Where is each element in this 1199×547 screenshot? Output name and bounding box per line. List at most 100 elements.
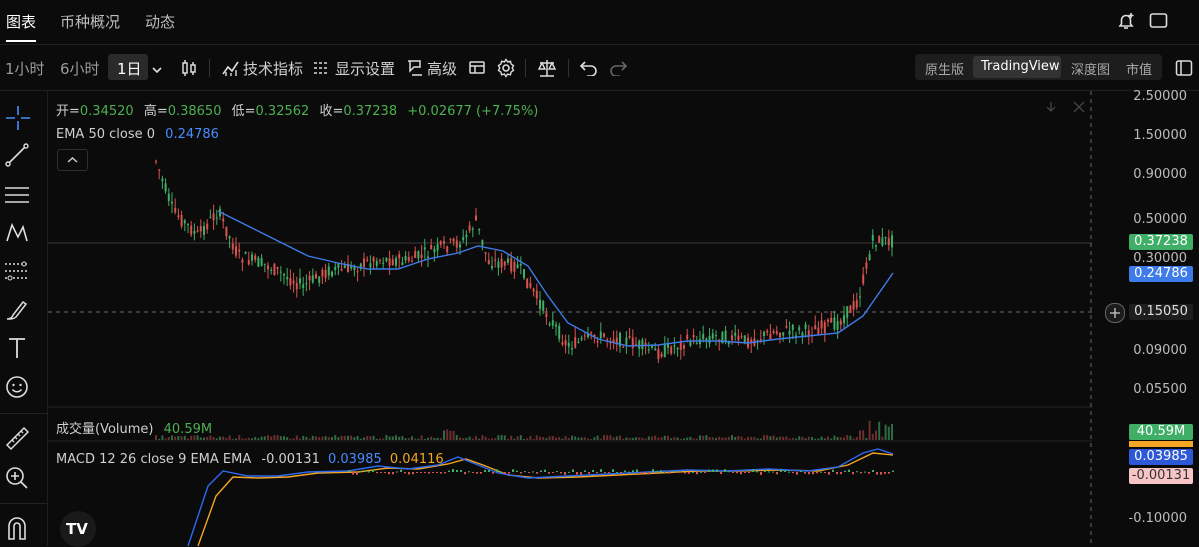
redo-icon[interactable] bbox=[609, 60, 628, 80]
view-native[interactable]: 原生版 bbox=[925, 59, 964, 78]
tab-coin-overview[interactable]: 币种概况 bbox=[60, 11, 120, 32]
pane-settings-icon[interactable] bbox=[1073, 101, 1085, 117]
scale-icon[interactable] bbox=[537, 58, 557, 82]
candle-body bbox=[887, 237, 890, 246]
magnet-icon[interactable] bbox=[5, 515, 29, 545]
fullscreen-icon[interactable] bbox=[1149, 12, 1169, 34]
tab-chart[interactable]: 图表 bbox=[6, 11, 37, 42]
volume-bar bbox=[590, 438, 593, 440]
volume-bar bbox=[446, 429, 449, 440]
volume-bar bbox=[276, 435, 279, 440]
macd-histogram-bar bbox=[504, 472, 506, 474]
move-down-icon[interactable] bbox=[1045, 101, 1057, 117]
candle-body bbox=[481, 239, 484, 246]
volume-bar bbox=[238, 435, 241, 440]
candle-body bbox=[878, 236, 881, 243]
chevron-down-icon[interactable] bbox=[152, 62, 162, 78]
volume-bar bbox=[305, 437, 308, 440]
text-tool-icon[interactable] bbox=[7, 337, 27, 363]
ruler-icon[interactable] bbox=[4, 425, 30, 455]
volume-bar bbox=[766, 435, 769, 440]
interval-1h[interactable]: 1小时 bbox=[5, 58, 45, 79]
candle-body bbox=[436, 244, 439, 251]
candle-body bbox=[385, 257, 388, 262]
macd-histogram-bar bbox=[624, 470, 626, 472]
template-icon[interactable] bbox=[468, 59, 486, 81]
pattern-icon[interactable] bbox=[4, 221, 30, 249]
current-price-badge: 0.37238 bbox=[1129, 234, 1193, 250]
fib-icon[interactable] bbox=[4, 259, 30, 287]
candle-body bbox=[295, 283, 298, 290]
collapse-legend-button[interactable] bbox=[57, 149, 88, 171]
chart-area[interactable]: 开=0.34520 高=0.38650 低=0.32562 收=0.37238 … bbox=[48, 91, 1092, 547]
interval-1d[interactable]: 1日 bbox=[117, 58, 142, 79]
candle-body bbox=[228, 236, 231, 239]
undo-icon[interactable] bbox=[579, 60, 598, 80]
display-settings-icon[interactable] bbox=[313, 60, 329, 80]
macd-histogram-bar bbox=[508, 472, 510, 474]
volume-bar bbox=[830, 438, 833, 440]
macd-histogram-bar bbox=[628, 471, 630, 473]
macd-histogram-bar bbox=[616, 471, 618, 473]
view-tradingview[interactable]: TradingView bbox=[981, 59, 1060, 74]
interval-6h[interactable]: 6小时 bbox=[60, 58, 100, 79]
volume-bar bbox=[561, 438, 564, 440]
price-chart-canvas[interactable] bbox=[48, 91, 1092, 546]
volume-bar bbox=[507, 438, 509, 440]
volume-bar bbox=[535, 435, 538, 440]
macd-histogram-bar bbox=[852, 472, 854, 475]
display-settings-button[interactable]: 显示设置 bbox=[335, 58, 395, 79]
volume-legend: 成交量(Volume) 40.59M bbox=[56, 418, 212, 437]
price-tick: 0.50000 bbox=[1133, 212, 1187, 227]
advanced-button[interactable]: 高级 bbox=[427, 58, 457, 79]
candle-body bbox=[635, 343, 637, 345]
add-alert-icon[interactable] bbox=[1116, 11, 1136, 35]
advanced-icon[interactable] bbox=[406, 59, 424, 81]
volume-bar bbox=[564, 436, 567, 440]
ohlc-legend: 开=0.34520 高=0.38650 低=0.32562 收=0.37238 … bbox=[56, 100, 538, 119]
candle-body bbox=[551, 320, 554, 326]
macd-histogram-bar bbox=[492, 472, 494, 474]
candle-body bbox=[724, 330, 727, 342]
horizontal-lines-icon[interactable] bbox=[4, 183, 30, 211]
candle-body bbox=[203, 226, 205, 235]
crosshair-icon[interactable] bbox=[5, 105, 31, 135]
zoom-in-icon[interactable] bbox=[4, 465, 30, 495]
layout-icon[interactable] bbox=[1175, 59, 1193, 81]
candle-type-icon[interactable] bbox=[180, 59, 198, 81]
volume-bar bbox=[884, 424, 887, 440]
volume-bar bbox=[699, 435, 701, 440]
macd-histogram-bar bbox=[740, 472, 742, 475]
view-depth[interactable]: 深度图 bbox=[1071, 59, 1110, 78]
macd-histogram-bar bbox=[428, 472, 430, 474]
indicators-icon[interactable] bbox=[222, 59, 240, 81]
volume-bar bbox=[417, 438, 420, 440]
candle-body bbox=[567, 342, 570, 347]
candle-body bbox=[468, 225, 471, 231]
macd-histogram-bar bbox=[484, 469, 486, 472]
candle-body bbox=[846, 306, 849, 318]
price-axis[interactable]: 2.50000 1.50000 0.90000 0.50000 0.30000 … bbox=[1093, 89, 1199, 546]
macd-histogram-bar bbox=[872, 469, 874, 472]
add-alert-plus-icon[interactable] bbox=[1105, 303, 1125, 323]
emoji-icon[interactable] bbox=[5, 375, 29, 403]
macd-badge: 0.03985 bbox=[1129, 449, 1193, 465]
macd-histogram-bar bbox=[472, 472, 474, 473]
macd-histogram-bar bbox=[592, 469, 594, 472]
volume-bar bbox=[721, 437, 724, 440]
brush-icon[interactable] bbox=[4, 298, 30, 326]
crosshair-price-label: 0.15050 bbox=[1129, 304, 1193, 320]
view-market-cap[interactable]: 市值 bbox=[1126, 59, 1152, 78]
tab-news[interactable]: 动态 bbox=[145, 11, 175, 32]
indicators-button[interactable]: 技术指标 bbox=[243, 58, 303, 79]
trend-line-icon[interactable] bbox=[5, 143, 29, 171]
price-tick: 0.30000 bbox=[1133, 251, 1187, 266]
volume-bar bbox=[497, 435, 500, 440]
candle-body bbox=[199, 226, 202, 232]
volume-bar bbox=[433, 437, 436, 440]
volume-bar bbox=[225, 437, 228, 440]
gear-icon[interactable] bbox=[496, 58, 516, 82]
volume-bar bbox=[615, 436, 618, 440]
tradingview-logo[interactable]: TV bbox=[60, 511, 96, 547]
candle-body bbox=[417, 251, 420, 259]
